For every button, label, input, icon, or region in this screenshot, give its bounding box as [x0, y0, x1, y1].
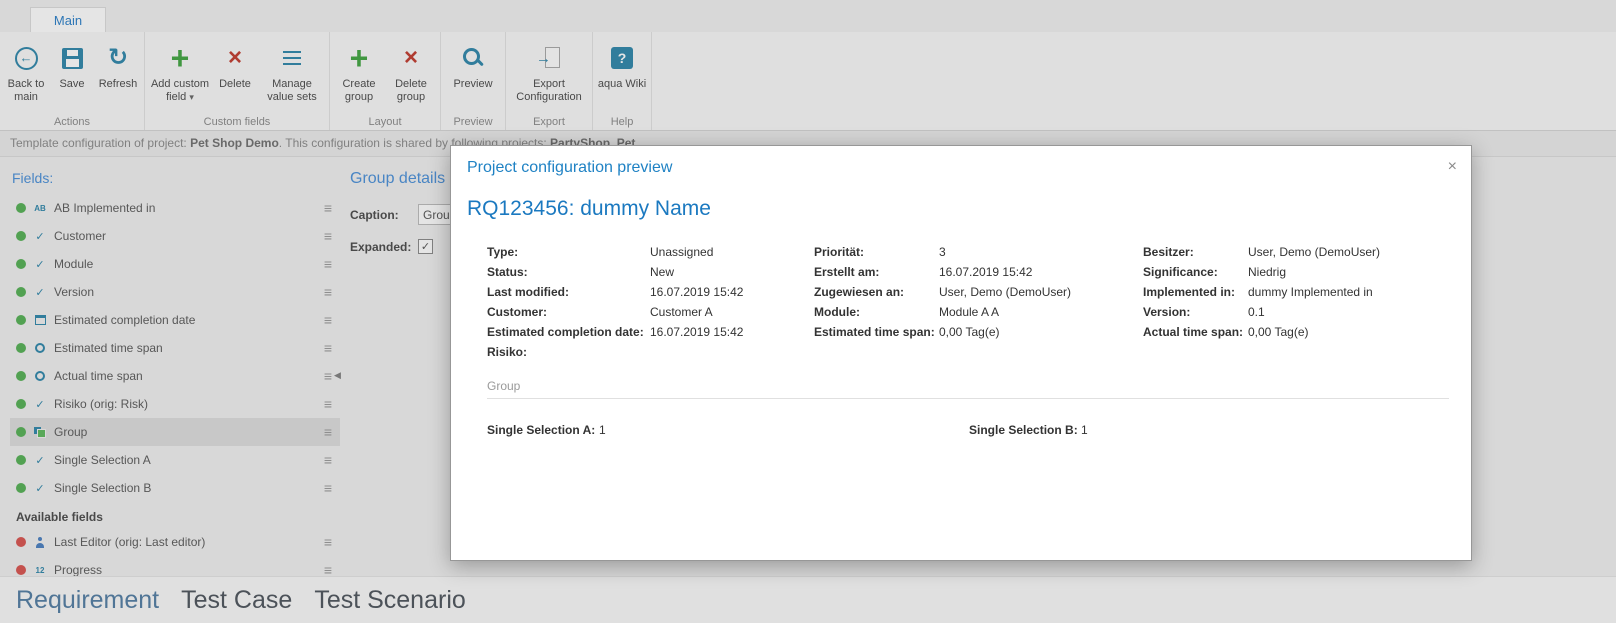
detail-label: Single Selection A: — [487, 423, 596, 437]
detail-value: Niedrig — [1248, 265, 1287, 279]
detail-value: User, Demo (DemoUser) — [939, 285, 1072, 299]
detail-label: Type: — [487, 245, 519, 259]
detail-label: Customer: — [487, 305, 548, 319]
detail-label: Version: — [1143, 305, 1191, 319]
detail-value: 16.07.2019 15:42 — [650, 325, 744, 339]
detail-value: 1 — [599, 423, 606, 437]
project-configuration-preview-dialog: Project configuration preview × RQ123456… — [450, 145, 1472, 561]
detail-value: User, Demo (DemoUser) — [1248, 245, 1381, 259]
detail-value: 0,00 Tag(e) — [939, 325, 1000, 339]
detail-label: Module: — [814, 305, 860, 319]
detail-label: Priorität: — [814, 245, 865, 259]
detail-grid: Type: Unassigned Status: New Last modified… — [487, 245, 1471, 365]
close-icon[interactable]: × — [1448, 159, 1457, 175]
detail-label: Single Selection B: — [969, 423, 1078, 437]
detail-label: Significance: — [1143, 265, 1218, 279]
detail-label: Implemented in: — [1143, 285, 1236, 299]
detail-value: 1 — [1081, 423, 1088, 437]
detail-label: Estimated completion date: — [487, 325, 644, 339]
detail-value: New — [650, 265, 675, 279]
modal-title: Project configuration preview — [467, 159, 673, 176]
detail-label: Last modified: — [487, 285, 570, 299]
detail-label: Erstellt am: — [814, 265, 880, 279]
detail-label: Actual time span: — [1143, 325, 1244, 339]
section-divider — [487, 398, 1449, 399]
requirement-title: RQ123456: dummy Name — [467, 197, 711, 220]
detail-label: Besitzer: — [1143, 245, 1194, 259]
detail-value: 0,00 Tag(e) — [1248, 325, 1309, 339]
detail-value: Module A A — [939, 305, 1000, 319]
detail-value: dummy Implemented in — [1248, 285, 1373, 299]
detail-value: Unassigned — [650, 245, 714, 259]
group-section: Group — [487, 379, 1449, 399]
detail-value: 3 — [939, 245, 946, 259]
detail-label: Zugewiesen an: — [814, 285, 905, 299]
detail-value: 16.07.2019 15:42 — [939, 265, 1033, 279]
detail-label: Estimated time span: — [814, 325, 935, 339]
detail-value: 0.1 — [1248, 305, 1265, 319]
detail-value: 16.07.2019 15:42 — [650, 285, 744, 299]
detail-label: Risiko: — [487, 345, 528, 359]
detail-label: Status: — [487, 265, 528, 279]
group-fields: Single Selection A: 1 Single Selection B… — [487, 423, 1471, 437]
detail-value: Customer A — [650, 305, 713, 319]
group-section-title: Group — [487, 379, 521, 393]
